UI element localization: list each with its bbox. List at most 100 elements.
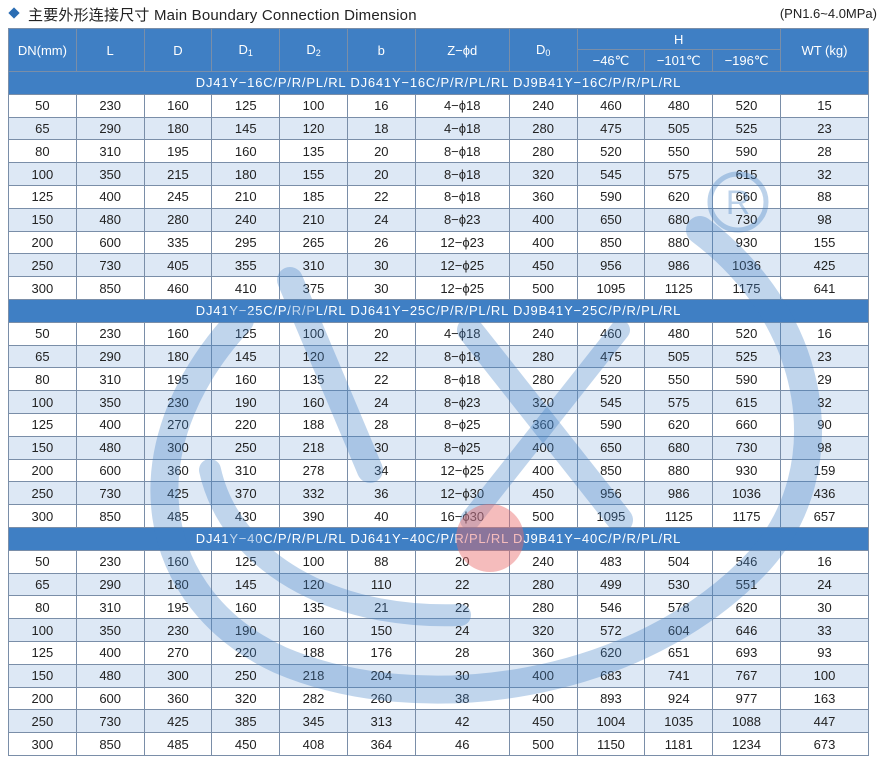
table-cell: 546 — [712, 549, 781, 574]
table-cell: 295 — [211, 230, 281, 255]
table-cell: 280 — [508, 595, 578, 620]
table-cell: 240 — [508, 93, 578, 118]
col-header-dn: DN(mm) — [8, 28, 77, 72]
table-cell: 80 — [8, 139, 77, 164]
table-row: 80 310 195 160 135 22 8−ϕ18 280 520 550 590 29 — [8, 367, 870, 392]
table-cell: 22 — [346, 184, 416, 209]
table-cell: 360 — [508, 184, 578, 209]
table-cell: 475 — [576, 344, 646, 369]
table-cell: 893 — [576, 686, 646, 711]
table-cell: 650 — [576, 207, 646, 232]
pressure-range: (PN1.6~4.0MPa) — [779, 6, 877, 21]
table-cell: 46 — [414, 732, 510, 756]
table-cell: 551 — [712, 572, 781, 597]
table-cell: 88 — [779, 184, 870, 209]
table-cell: 120 — [279, 344, 348, 369]
col-header-d2-sub: 2 — [315, 48, 321, 58]
table-cell: 12−ϕ23 — [414, 230, 510, 255]
table-row: 150 480 300 250 218 30 8−ϕ25 400 650 680 730 98 — [8, 435, 870, 460]
table-cell: 12−ϕ30 — [414, 481, 510, 506]
table-cell: 135 — [279, 595, 348, 620]
col-header-d0-text: D — [535, 42, 546, 57]
table-cell: 160 — [279, 618, 348, 642]
table-cell: 200 — [8, 686, 77, 711]
title-bar: 主要外形连接尺寸 Main Boundary Connection Dimens… — [8, 2, 877, 26]
table-cell: 160 — [143, 93, 213, 118]
table-cell: 310 — [75, 139, 145, 164]
table-cell: 673 — [779, 732, 870, 756]
table-cell: 20 — [346, 139, 416, 164]
table-cell: 447 — [779, 709, 870, 734]
table-cell: 210 — [279, 207, 348, 232]
table-cell: 360 — [143, 458, 213, 483]
table-cell: 30 — [346, 435, 416, 460]
table-cell: 300 — [143, 435, 213, 460]
table-cell: 100 — [779, 663, 870, 688]
table-cell: 210 — [211, 184, 281, 209]
table-cell: 280 — [508, 367, 578, 392]
table-cell: 430 — [211, 504, 281, 528]
table-cell: 977 — [712, 686, 781, 711]
table-cell: 400 — [508, 435, 578, 460]
table-cell: 220 — [211, 640, 281, 665]
table-cell: 100 — [8, 618, 77, 642]
table-row: 250 730 425 385 345 313 42 450 1004 1035 1088 447 — [8, 709, 870, 734]
table-cell: 195 — [143, 367, 213, 392]
table-cell: 620 — [644, 412, 714, 437]
table-row: 250 730 405 355 310 30 12−ϕ25 450 956 986 1036 425 — [8, 253, 870, 278]
table-cell: 80 — [8, 595, 77, 620]
table-cell: 278 — [279, 458, 348, 483]
table-cell: 36 — [346, 481, 416, 506]
col-header-d: D — [143, 28, 213, 72]
table-cell: 16−ϕ30 — [414, 504, 510, 528]
table-cell: 620 — [712, 595, 781, 620]
table-cell: 600 — [75, 686, 145, 711]
table-cell: 400 — [508, 230, 578, 255]
table-cell: 120 — [279, 572, 348, 597]
table-cell: 155 — [279, 162, 348, 186]
col-header-d1: D1 — [211, 28, 281, 72]
table-cell: 215 — [143, 162, 213, 186]
table-cell: 250 — [8, 481, 77, 506]
table-cell: 730 — [712, 435, 781, 460]
col-header-d0-sub: 0 — [545, 48, 551, 58]
table-cell: 240 — [508, 321, 578, 346]
table-cell: 500 — [508, 276, 578, 300]
table-cell: 350 — [75, 162, 145, 186]
group-model-label: DJ41Y−25C/P/R/PL/RL DJ641Y−25C/P/R/PL/RL… — [8, 298, 869, 323]
table-cell: 956 — [576, 481, 646, 506]
table-cell: 986 — [644, 481, 714, 506]
table-cell: 880 — [644, 230, 714, 255]
table-cell: 4−ϕ18 — [414, 93, 510, 118]
table-cell: 8−ϕ18 — [414, 367, 510, 392]
table-cell: 590 — [712, 139, 781, 164]
table-cell: 590 — [712, 367, 781, 392]
table-cell: 410 — [211, 276, 281, 300]
table-cell: 145 — [211, 572, 281, 597]
table-cell: 180 — [143, 572, 213, 597]
table-cell: 730 — [712, 207, 781, 232]
col-header-h-101: −101℃ — [644, 49, 714, 72]
table-cell: 425 — [779, 253, 870, 278]
table-cell: 135 — [279, 367, 348, 392]
table-cell: 290 — [75, 572, 145, 597]
table-cell: 360 — [508, 412, 578, 437]
table-cell: 270 — [143, 640, 213, 665]
table-cell: 200 — [8, 230, 77, 255]
table-cell: 450 — [211, 732, 281, 756]
table-cell: 450 — [508, 481, 578, 506]
table-cell: 8−ϕ25 — [414, 412, 510, 437]
table-cell: 180 — [143, 344, 213, 369]
table-cell: 1125 — [644, 504, 714, 528]
table-cell: 12−ϕ25 — [414, 276, 510, 300]
group-model-label: DJ41Y−16C/P/R/PL/RL DJ641Y−16C/P/R/PL/RL… — [8, 71, 869, 95]
table-cell: 1150 — [576, 732, 646, 756]
table-cell: 22 — [346, 367, 416, 392]
table-cell: 260 — [346, 686, 416, 711]
col-header-wt: WT (kg) — [779, 28, 870, 72]
table-cell: 190 — [211, 618, 281, 642]
table-body: DJ41Y−16C/P/R/PL/RL DJ641Y−16C/P/R/PL/RL… — [8, 71, 870, 756]
table-cell: 730 — [75, 481, 145, 506]
table-cell: 100 — [8, 390, 77, 414]
table-cell: 125 — [8, 412, 77, 437]
